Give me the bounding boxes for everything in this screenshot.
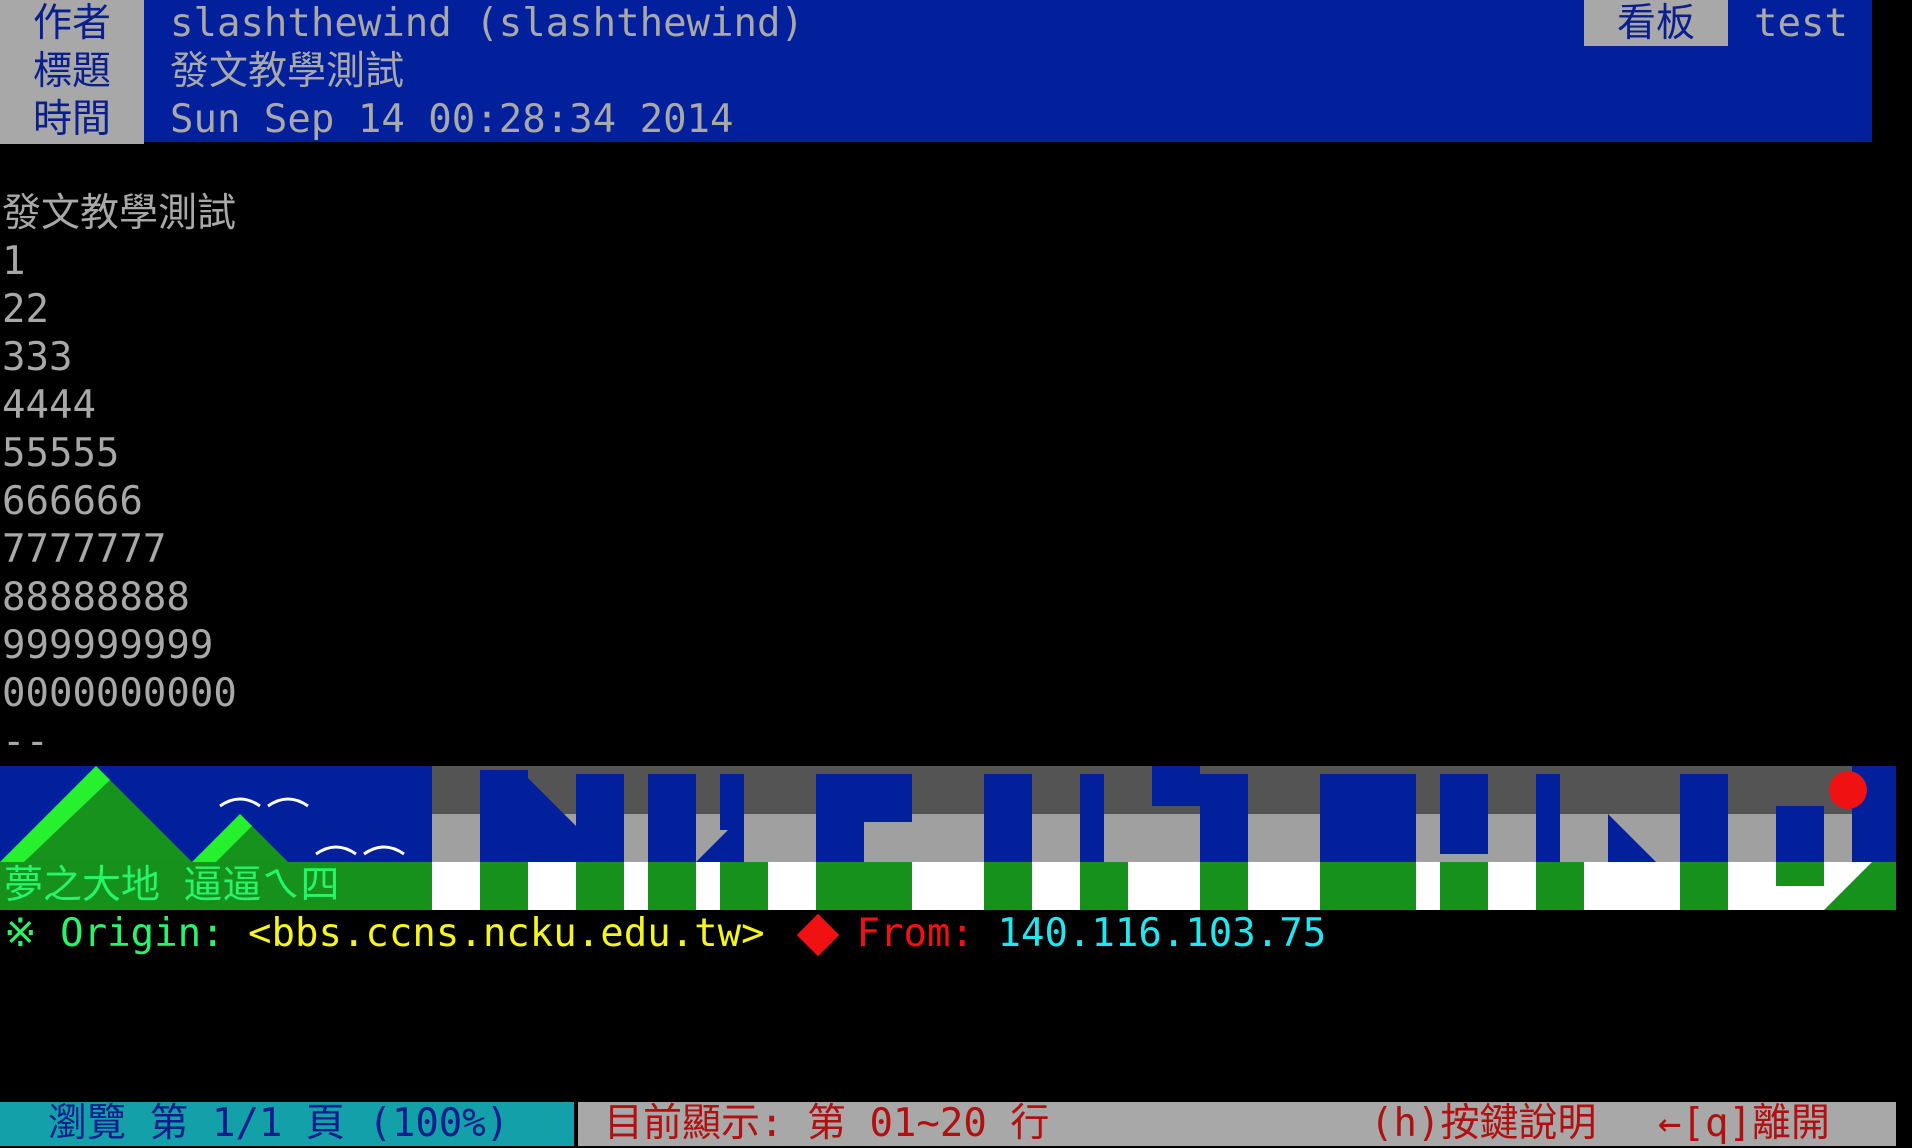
display-status: 目前顯示: 第 01~20 行 (h)按鍵說明 ←[q]離開	[578, 1100, 1896, 1148]
body-line: 7777777	[2, 527, 167, 572]
from-value: 140.116.103.75	[997, 911, 1327, 956]
leave-key[interactable]: ←[q]離開	[1658, 1100, 1830, 1148]
body-line: 0000000000	[2, 671, 237, 716]
display-range-text: 目前顯示: 第 01~20 行	[604, 1101, 1050, 1146]
body-line: 1	[2, 239, 26, 284]
title-value: 發文教學測試	[170, 49, 405, 94]
signature-line: ※ Origin: <bbs.ccns.ncku.edu.tw> From: 14…	[4, 910, 1326, 958]
browse-status-text: 瀏覽 第 1/1 頁 (100%)	[48, 1101, 510, 1146]
board-name: test	[1754, 1, 1848, 46]
time-value: Sun Sep 14 00:28:34 2014	[170, 97, 734, 142]
author-value: slashthewind (slashthewind)	[170, 1, 804, 46]
from-label: From:	[856, 911, 974, 956]
browse-status: 瀏覽 第 1/1 頁 (100%)	[0, 1101, 574, 1146]
diamond-icon	[796, 913, 839, 957]
body-line: --	[2, 719, 49, 764]
title-label: 標題	[0, 48, 144, 96]
origin-label: Origin:	[60, 911, 225, 956]
banner-text: 夢之大地 逼逼ㄟ四	[4, 863, 340, 908]
body-line: 666666	[2, 479, 143, 524]
body-line: 發文教學測試	[2, 191, 237, 236]
article-body: 發文教學測試 1 22 333 4444 55555 666666 777777…	[2, 190, 237, 766]
body-line: 55555	[2, 431, 120, 476]
reference-mark-icon: ※	[4, 911, 37, 956]
body-line: 88888888	[2, 575, 190, 620]
red-dot-icon	[1829, 771, 1867, 809]
author-label: 作者	[0, 0, 144, 48]
article-header: 作者 slashthewind (slashthewind) 標題 發文教學測試…	[0, 0, 1872, 144]
time-label: 時間	[0, 96, 144, 144]
board-label: 看板	[1584, 0, 1728, 46]
status-bar: 瀏覽 第 1/1 頁 (100%) 目前顯示: 第 01~20 行 (h)按鍵說…	[0, 1100, 1896, 1148]
body-line: 4444	[2, 383, 96, 428]
origin-value: <bbs.ccns.ncku.edu.tw>	[248, 911, 765, 956]
banner-letters	[432, 766, 1896, 910]
body-line: 333	[2, 335, 73, 380]
body-line: 999999999	[2, 623, 214, 668]
body-line: 22	[2, 287, 49, 332]
help-key[interactable]: (h)按鍵說明	[1370, 1100, 1596, 1148]
